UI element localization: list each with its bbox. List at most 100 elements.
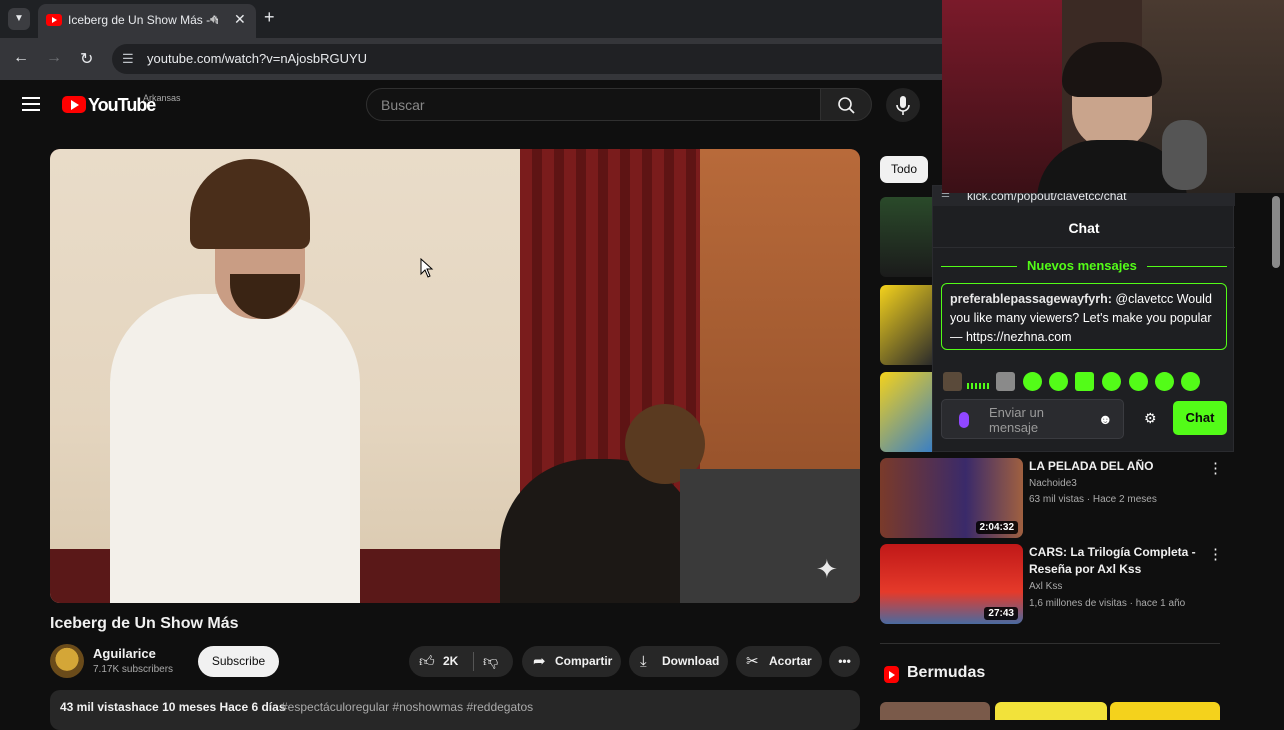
- emote-icon[interactable]: [1049, 372, 1068, 391]
- address-bar[interactable]: ☰ youtube.com/watch?v=nAjosbRGUYU: [112, 44, 992, 74]
- video-person-shirt: [110, 294, 360, 603]
- browser-tab-active[interactable]: Iceberg de Un Show Más - YouTube 🔊︎ ✕: [38, 4, 256, 38]
- download-icon: ⤓: [640, 653, 647, 670]
- rec-channel[interactable]: Axl Kss: [1029, 581, 1062, 592]
- like-dislike-group: 👍︎ 2K 👎︎: [409, 646, 513, 677]
- mouse-cursor-icon: [420, 258, 434, 278]
- emote-icon[interactable]: [943, 372, 962, 391]
- site-settings-icon[interactable]: ☰: [122, 51, 134, 67]
- download-label: Download: [662, 654, 720, 668]
- emote-icon[interactable]: [967, 383, 991, 389]
- emote-icon[interactable]: [1155, 372, 1174, 391]
- chat-input-placeholder: Enviar un mensaje: [989, 405, 1044, 435]
- close-tab-icon[interactable]: ✕: [234, 11, 246, 28]
- divider: [880, 643, 1220, 644]
- clip-button[interactable]: ✂ Acortar: [736, 646, 822, 677]
- description-views: 43 mil vistashace 10 meses Hace 6 días: [60, 700, 286, 714]
- rec-title[interactable]: LA PELADA DEL AÑO: [1029, 458, 1219, 475]
- rec-title[interactable]: CARS: La Trilogía Completa - Reseña por …: [1029, 544, 1219, 578]
- channel-avatar[interactable]: [50, 644, 84, 678]
- channel-name[interactable]: Aguilarice: [93, 646, 156, 661]
- video-title: Iceberg de Un Show Más: [50, 615, 239, 632]
- webcam-curtain: [942, 0, 1062, 193]
- voice-search-button[interactable]: [886, 88, 920, 122]
- chat-input[interactable]: Enviar un mensaje ☻: [941, 399, 1124, 439]
- description-tags[interactable]: #espectáculoregular #noshowmas #reddegat…: [281, 700, 533, 714]
- emote-icon[interactable]: [1181, 372, 1200, 391]
- like-count[interactable]: 2K: [443, 646, 458, 677]
- clip-label: Acortar: [769, 654, 812, 668]
- webcam-hair: [1062, 42, 1162, 97]
- webcam-overlay: [942, 0, 1284, 193]
- rec-channel[interactable]: Nachoide3: [1029, 478, 1077, 489]
- emote-icon[interactable]: [996, 372, 1015, 391]
- search-placeholder: Buscar: [381, 97, 425, 113]
- shorts-shelf-title: Bermudas: [907, 664, 986, 681]
- subscribe-button[interactable]: Subscribe: [198, 646, 279, 677]
- emoji-icon[interactable]: ☻: [1098, 411, 1113, 427]
- microphone-icon: [896, 96, 910, 115]
- share-label: Compartir: [555, 654, 613, 668]
- tab-search-dropdown-icon[interactable]: ▼: [8, 8, 30, 30]
- scrollbar[interactable]: [1272, 196, 1280, 268]
- more-actions-button[interactable]: •••: [829, 646, 860, 677]
- emote-icon[interactable]: [1129, 372, 1148, 391]
- share-icon: ➦: [533, 653, 546, 670]
- new-messages-label[interactable]: Nuevos mensajes: [1017, 258, 1147, 273]
- microphone-icon: [959, 412, 969, 428]
- scissors-icon: ✂: [746, 653, 759, 670]
- chat-header: Chat: [933, 206, 1235, 248]
- shorts-icon: [884, 666, 899, 683]
- share-button[interactable]: ➦ Compartir: [522, 646, 621, 677]
- rec-thumbnail-partial[interactable]: [880, 285, 932, 365]
- more-horizontal-icon: •••: [838, 654, 851, 668]
- emote-icon[interactable]: [1023, 372, 1042, 391]
- rec-thumbnail-partial[interactable]: [880, 372, 932, 452]
- chat-header-title: Chat: [1068, 220, 1100, 236]
- video-duration: 2:04:32: [975, 521, 1018, 534]
- forward-arrow-icon[interactable]: →: [46, 49, 62, 67]
- video-player[interactable]: ✦: [50, 149, 860, 603]
- emote-bar: [941, 371, 1231, 393]
- search-icon: [838, 97, 855, 114]
- subscriber-count: 7.17K subscribers: [93, 664, 174, 675]
- chip-all[interactable]: Todo: [880, 156, 928, 183]
- chat-message-user[interactable]: preferablepassagewayfyrh:: [950, 292, 1112, 306]
- short-thumbnail[interactable]: [1110, 702, 1220, 720]
- search-button[interactable]: [820, 88, 872, 121]
- rec-meta: 63 mil vistas · Hace 2 meses: [1029, 494, 1157, 505]
- rec-meta: 1,6 millones de visitas · hace 1 año: [1029, 598, 1186, 609]
- download-button[interactable]: ⤓ Download: [629, 646, 728, 677]
- new-tab-icon[interactable]: +: [264, 7, 275, 28]
- send-chat-button[interactable]: Chat: [1173, 401, 1227, 435]
- reload-icon[interactable]: ↻: [80, 49, 93, 69]
- rec-thumbnail[interactable]: 27:43: [880, 544, 1023, 624]
- video-duration: 27:43: [984, 607, 1018, 620]
- dislike-icon[interactable]: 👎︎: [483, 646, 498, 677]
- gear-icon[interactable]: ⚙: [1144, 410, 1157, 427]
- speaker-icon[interactable]: 🔊︎: [210, 12, 218, 27]
- short-thumbnail[interactable]: [995, 702, 1107, 720]
- hamburger-menu-icon[interactable]: [22, 97, 40, 111]
- divider: [473, 652, 474, 671]
- country-code: Arkansas: [143, 93, 181, 103]
- rec-thumbnail[interactable]: 2:04:32: [880, 458, 1023, 538]
- tab-title: Iceberg de Un Show Más - YouTube: [68, 13, 218, 27]
- emote-icon[interactable]: [1102, 372, 1121, 391]
- more-vertical-icon[interactable]: ⋮: [1208, 459, 1223, 477]
- address-url[interactable]: youtube.com/watch?v=nAjosbRGUYU: [147, 51, 367, 66]
- youtube-favicon-icon: [46, 14, 62, 26]
- watermark-icon: ✦: [816, 554, 838, 584]
- kick-chat-popout: ☰ kick.com/popout/clavetcc/chat Chat Nue…: [932, 185, 1235, 452]
- short-thumbnail[interactable]: [880, 702, 990, 720]
- rec-thumbnail-partial[interactable]: [880, 197, 932, 277]
- search-input[interactable]: Buscar: [366, 88, 821, 121]
- back-arrow-icon[interactable]: ←: [13, 49, 29, 67]
- youtube-logo-icon[interactable]: [62, 96, 86, 113]
- description-box[interactable]: 43 mil vistashace 10 meses Hace 6 días #…: [50, 690, 860, 730]
- like-icon[interactable]: 👍︎: [419, 646, 435, 677]
- emote-icon[interactable]: [1075, 372, 1094, 391]
- webcam-microphone: [1162, 120, 1207, 190]
- more-vertical-icon[interactable]: ⋮: [1208, 545, 1223, 563]
- chat-message[interactable]: preferablepassagewayfyrh: @clavetcc Woul…: [941, 283, 1227, 350]
